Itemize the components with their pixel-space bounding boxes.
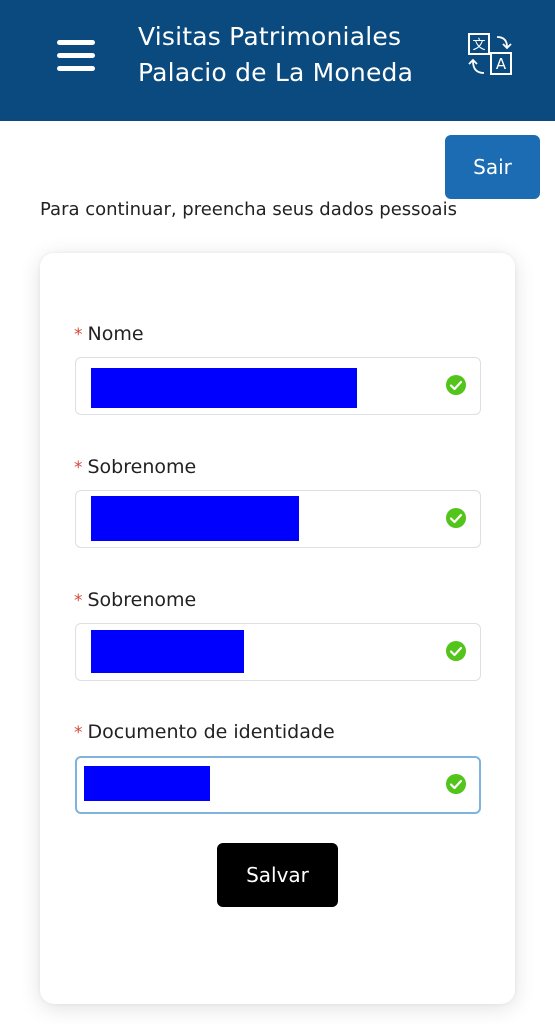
logout-button[interactable]: Sair bbox=[445, 135, 540, 199]
check-circle-icon bbox=[446, 774, 466, 794]
field-label-documento: * Documento de identidade bbox=[74, 719, 335, 746]
instructions-text: Para continuar, preencha seus dados pess… bbox=[40, 199, 457, 220]
redacted-value bbox=[91, 368, 357, 408]
required-marker: * bbox=[74, 723, 83, 743]
field-label-text: Documento de identidade bbox=[87, 721, 335, 743]
field-label-nome: * Nome bbox=[74, 321, 144, 348]
check-circle-icon bbox=[446, 641, 466, 661]
app-title-line-1: Visitas Patrimoniales bbox=[138, 22, 402, 51]
app-title-line-2: Palacio de La Moneda bbox=[138, 58, 414, 87]
check-circle-icon bbox=[446, 508, 466, 528]
nome-input[interactable] bbox=[75, 357, 481, 415]
redacted-value bbox=[91, 630, 244, 673]
field-label-sobrenome-2: * Sobrenome bbox=[74, 587, 196, 614]
redacted-value bbox=[84, 766, 210, 801]
field-label-text: Sobrenome bbox=[87, 589, 197, 611]
field-label-sobrenome-1: * Sobrenome bbox=[74, 454, 196, 481]
required-marker: * bbox=[74, 458, 83, 478]
field-label-text: Nome bbox=[87, 323, 144, 345]
required-marker: * bbox=[74, 325, 83, 345]
documento-input[interactable] bbox=[75, 756, 481, 814]
app-title: Visitas Patrimoniales Palacio de La Mone… bbox=[138, 19, 458, 91]
svg-text:文: 文 bbox=[472, 38, 485, 53]
field-label-text: Sobrenome bbox=[87, 456, 197, 478]
translate-icon[interactable]: 文 A bbox=[467, 31, 515, 79]
redacted-value bbox=[91, 496, 299, 541]
personal-data-form: * Nome * Sobrenome * Sobrenome * Documento d… bbox=[40, 253, 515, 1004]
hamburger-menu-icon[interactable] bbox=[57, 39, 95, 73]
sobrenome-2-input[interactable] bbox=[75, 623, 481, 681]
svg-text:A: A bbox=[496, 55, 507, 73]
save-button[interactable]: Salvar bbox=[217, 843, 338, 907]
check-circle-icon bbox=[446, 375, 466, 395]
required-marker: * bbox=[74, 591, 83, 611]
sobrenome-1-input[interactable] bbox=[75, 490, 481, 548]
app-header: Visitas Patrimoniales Palacio de La Mone… bbox=[0, 0, 555, 121]
